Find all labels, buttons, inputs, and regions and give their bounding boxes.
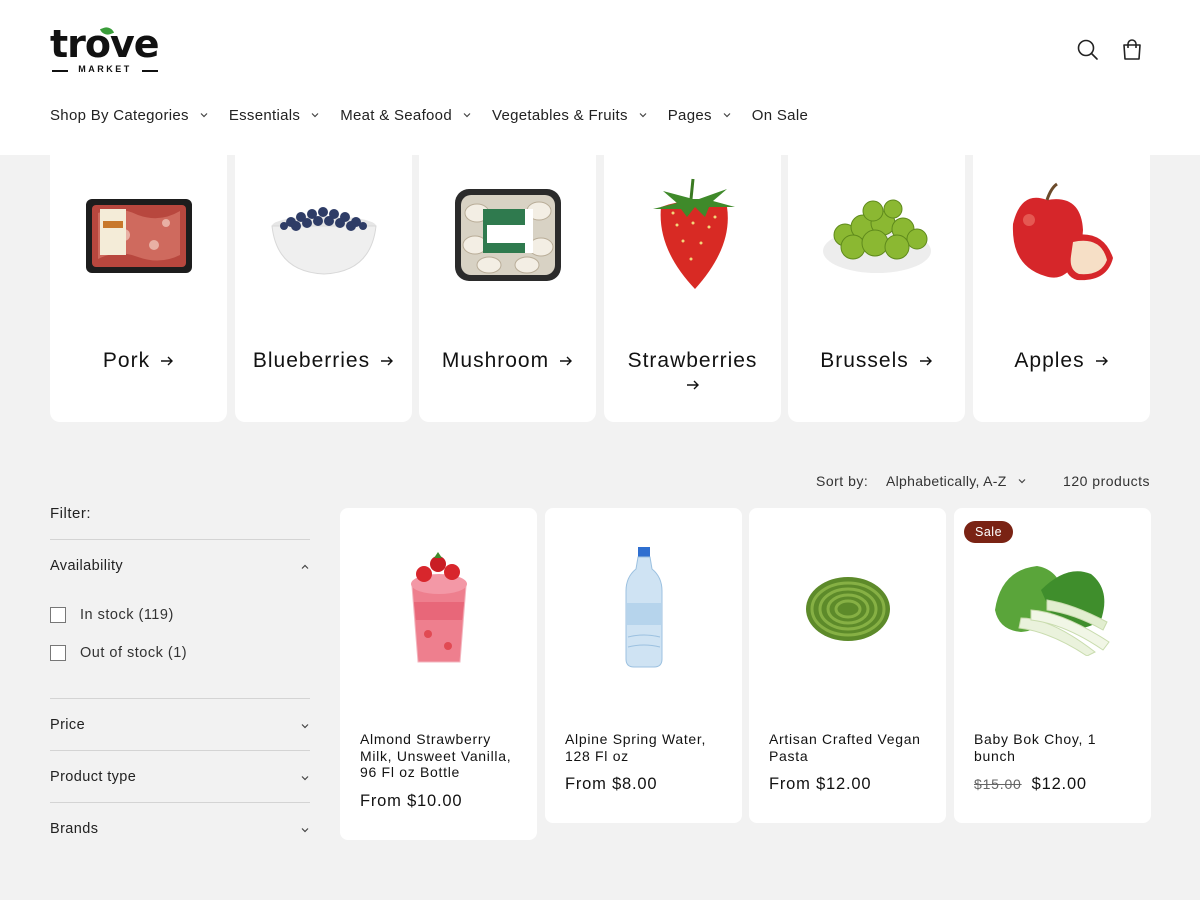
category-card-blueberries[interactable]: Blueberries [235,145,412,422]
product-title[interactable]: Alpine Spring Water, 128 Fl oz [565,731,725,764]
category-name: Pork [102,349,151,372]
nav-pages[interactable]: Pages [668,107,732,124]
arrow-right-icon [686,380,699,390]
cart-icon[interactable] [1118,36,1146,64]
arrow-right-icon [1095,356,1108,366]
sort-select[interactable]: Alphabetically, A-Z [886,473,1027,489]
product-price: From $12.00 [769,775,872,793]
facet-label: Product type [50,769,137,785]
product-count: 120 products [1063,473,1150,489]
arrow-right-icon [560,356,573,366]
filter-title: Filter: [50,505,91,522]
category-card-mushroom[interactable]: Mushroom [419,145,596,422]
chevron-down-icon [301,828,309,833]
facet-product-type[interactable]: Product type [50,750,310,802]
nav-label: On Sale [751,106,809,124]
category-name: Strawberries [627,349,758,372]
filter-option-in-stock[interactable]: In stock (119) [50,607,174,623]
category-label: Blueberries [235,349,412,373]
chevron-down-icon [311,113,319,118]
bok-choy-image [954,528,1151,688]
checkbox[interactable] [50,607,66,623]
apple-image [1006,175,1118,295]
category-name: Brussels [820,349,909,372]
option-label: In stock (119) [80,607,174,623]
pork-package-image [83,175,195,295]
green-pasta-image [749,528,946,688]
category-label: Pork [50,349,227,373]
product-price-group: $15.00 $12.00 [974,775,1087,794]
brand-logo[interactable]: trove MARKET [50,22,165,78]
category-card-pork[interactable]: Pork [50,145,227,422]
chevron-down-icon [200,113,208,118]
category-card-strawberries[interactable]: Strawberries [604,145,781,422]
nav-vegetables-fruits[interactable]: Vegetables & Fruits [492,107,648,124]
product-title[interactable]: Baby Bok Choy, 1 bunch [974,731,1134,764]
facet-label: Price [50,717,86,733]
water-bottle-image [545,528,742,688]
compare-at-price: $15.00 [974,776,1022,792]
strawberry-image [637,175,749,295]
category-name: Blueberries [252,349,371,372]
chevron-down-icon [301,776,309,781]
nav-meat-seafood[interactable]: Meat & Seafood [340,107,472,124]
nav-label: Pages [667,106,712,124]
chevron-down-icon [463,113,471,118]
chevron-down-icon [723,113,731,118]
filter-option-out-of-stock[interactable]: Out of stock (1) [50,645,187,661]
category-label: Brussels [788,349,965,373]
checkbox[interactable] [50,645,66,661]
chevron-up-icon [301,564,309,569]
nav-on-sale[interactable]: On Sale [752,107,808,124]
sort-label: Sort by: [816,473,869,489]
product-price: From $10.00 [360,792,463,810]
blueberry-bowl-image [268,175,380,295]
arrow-right-icon [161,356,174,366]
nav-label: Vegetables & Fruits [491,106,628,124]
nav-label: Essentials [228,106,301,124]
product-card[interactable]: Artisan Crafted Vegan Pasta From $12.00 [749,508,946,823]
facet-label: Availability [50,558,124,574]
product-card[interactable]: Alpine Spring Water, 128 Fl oz From $8.0… [545,508,742,823]
chevron-down-icon [301,724,309,729]
facet-label: Brands [50,821,99,837]
brussels-bowl-image [821,175,933,295]
category-card-apples[interactable]: Apples [973,145,1150,422]
nav-essentials[interactable]: Essentials [229,107,320,124]
category-name: Apples [1014,349,1085,372]
product-card[interactable]: Sale Baby Bok Choy, 1 bunch $15.00 $12.00 [954,508,1151,823]
category-card-brussels[interactable]: Brussels [788,145,965,422]
product-title[interactable]: Almond Strawberry Milk, Unsweet Vanilla,… [360,731,520,781]
category-name: Mushroom [441,349,550,372]
mushroom-package-image [452,175,564,295]
category-label: Strawberries [604,349,781,397]
sort-value: Alphabetically, A-Z [886,473,1007,489]
strawberry-smoothie-image [340,528,537,688]
product-price: From $8.00 [565,775,658,793]
option-label: Out of stock (1) [80,645,188,661]
arrow-right-icon [381,356,394,366]
nav-label: Shop By Categories [50,106,189,124]
category-label: Mushroom [419,349,596,373]
product-title[interactable]: Artisan Crafted Vegan Pasta [769,731,929,764]
arrow-right-icon [919,356,932,366]
search-icon[interactable] [1074,36,1102,64]
site-header: trove MARKET Shop By Categories Essentia… [0,0,1200,155]
category-label: Apples [973,349,1150,373]
sale-price: $12.00 [1031,775,1087,793]
main-nav: Shop By Categories Essentials Meat & Sea… [50,104,828,126]
facet-brands[interactable]: Brands [50,802,310,854]
facet-price[interactable]: Price [50,698,310,750]
brand-tagline: MARKET [50,64,160,74]
product-card[interactable]: Almond Strawberry Milk, Unsweet Vanilla,… [340,508,537,840]
nav-shop-by-categories[interactable]: Shop By Categories [50,107,209,124]
chevron-down-icon [1018,479,1026,484]
nav-label: Meat & Seafood [340,106,452,124]
chevron-down-icon [639,113,647,118]
